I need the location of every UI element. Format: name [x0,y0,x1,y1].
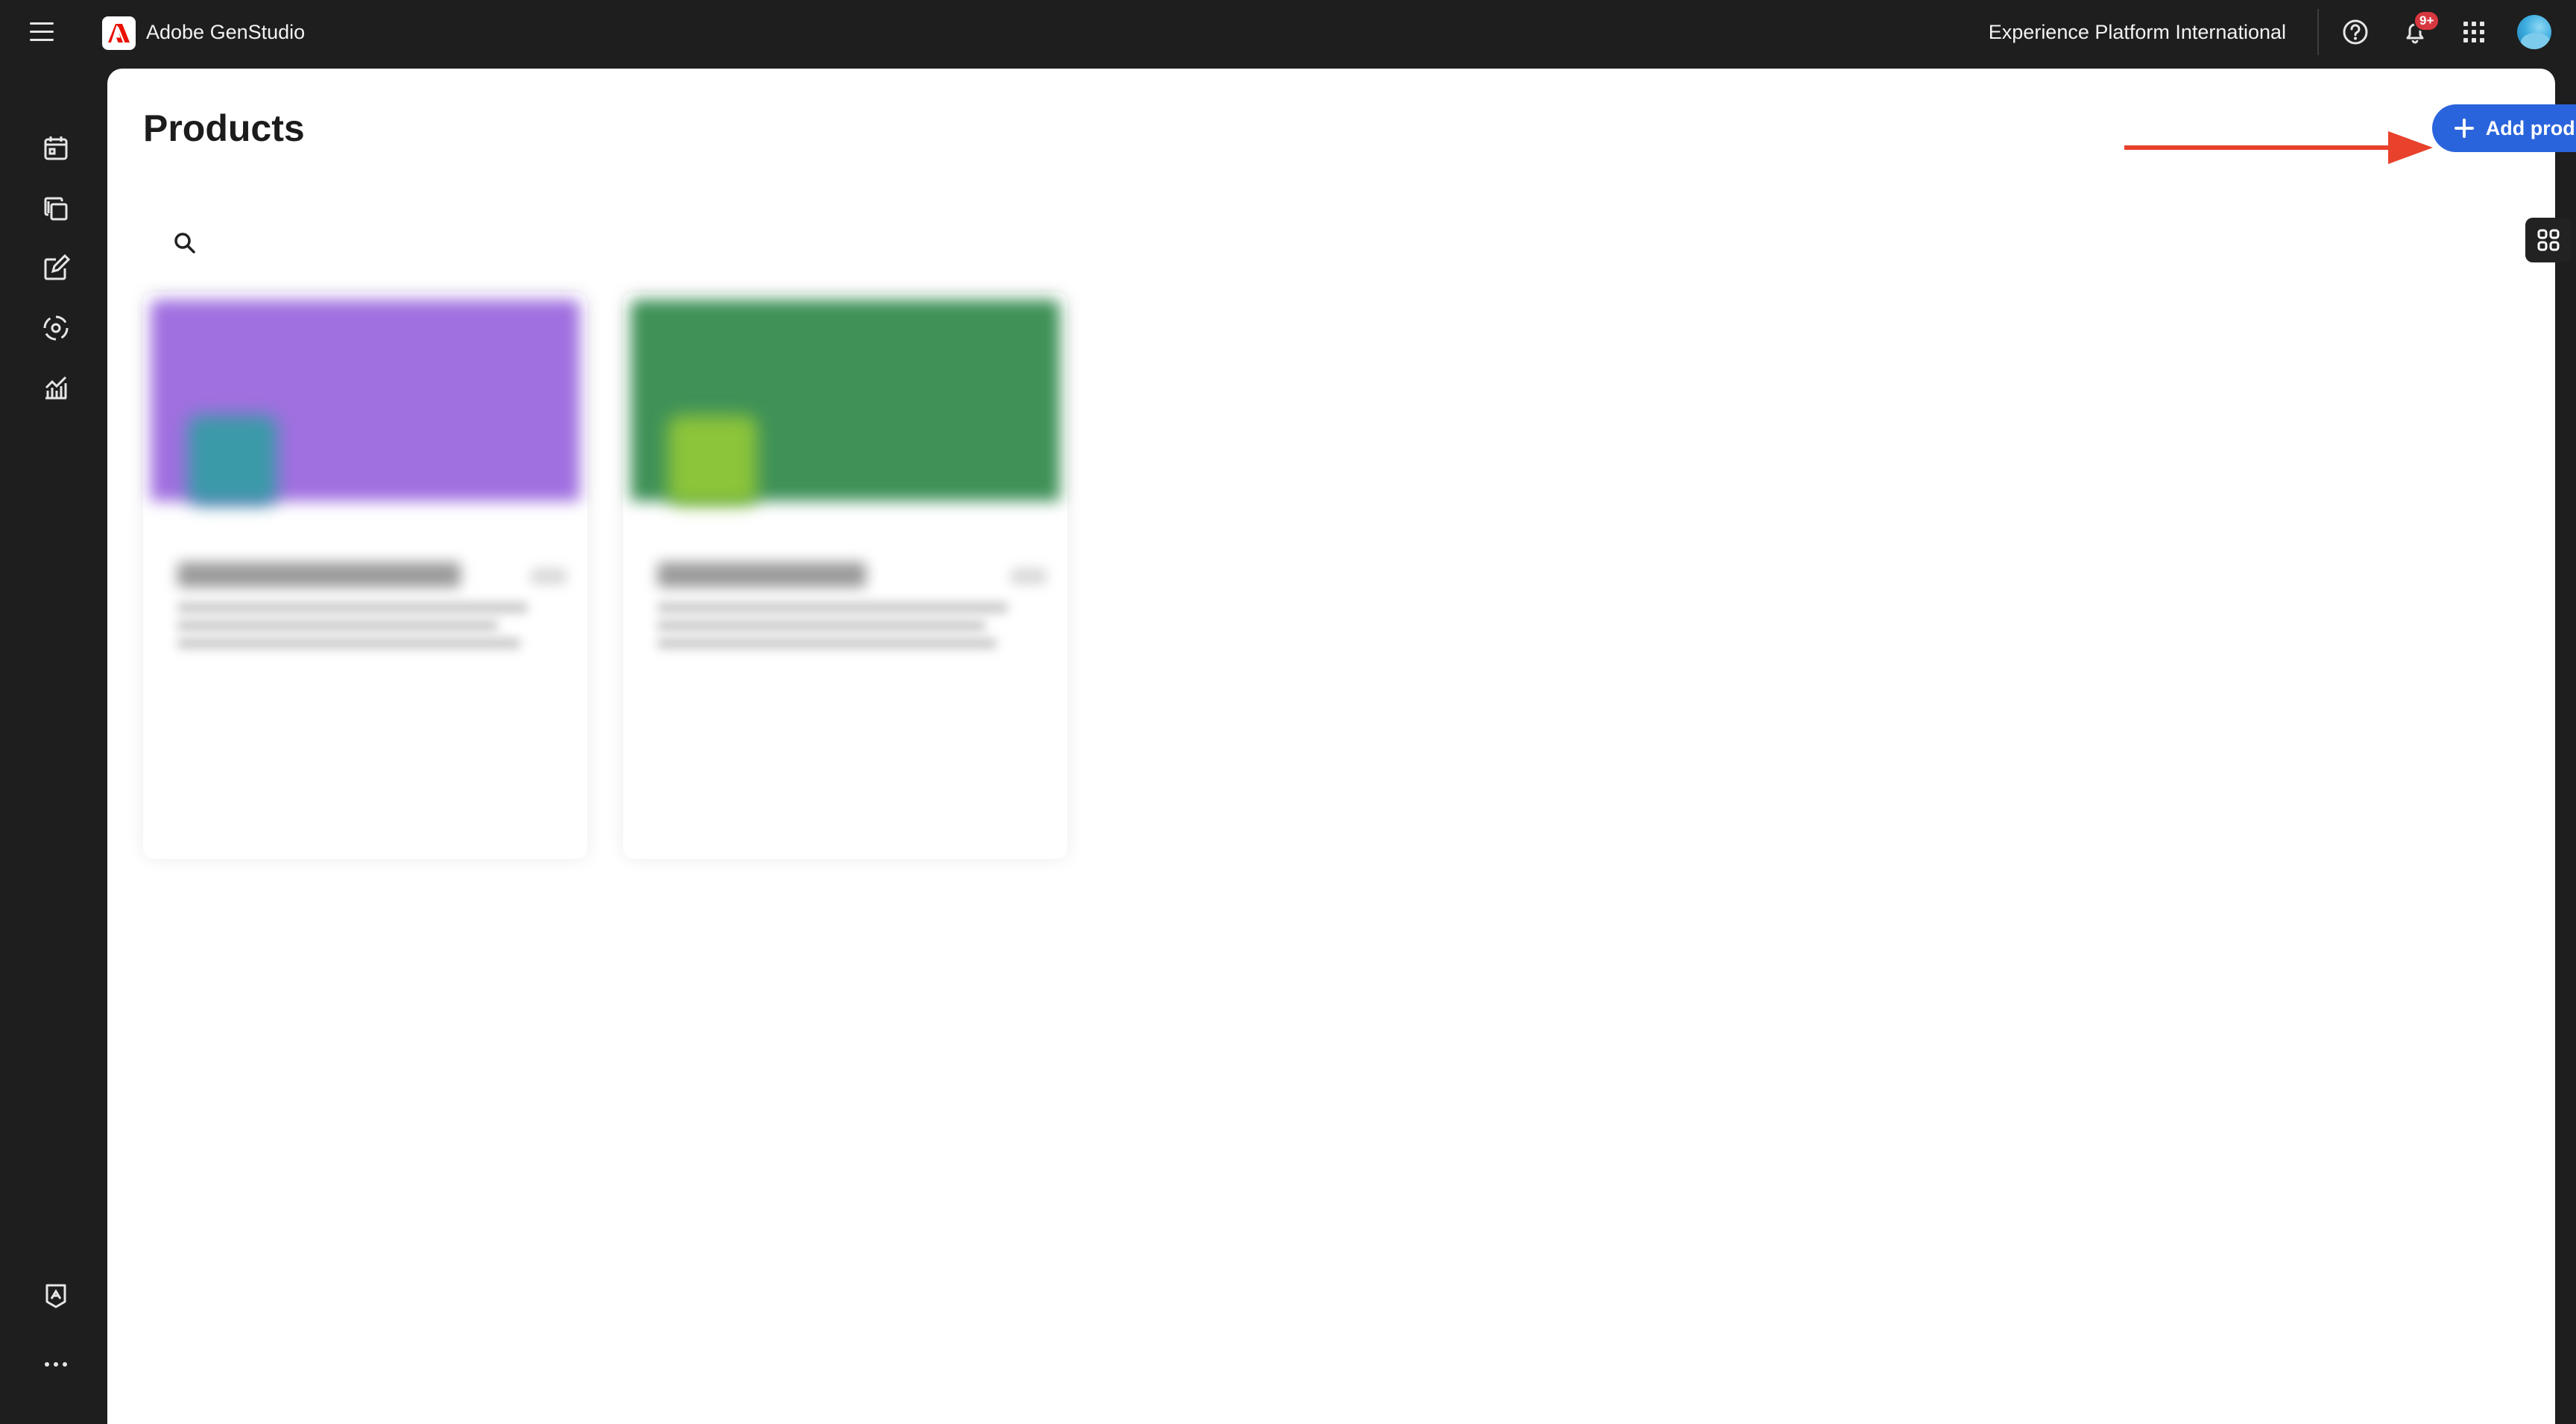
app-switcher-icon[interactable] [2457,16,2490,48]
annotation-arrow [2124,131,2433,164]
product-card[interactable] [623,292,1067,859]
app-title[interactable]: Adobe GenStudio [146,19,305,45]
product-name [657,562,866,587]
product-thumbnail [668,415,757,505]
product-description [657,602,1008,613]
notification-badge: 9+ [2414,10,2440,31]
organization-switcher[interactable]: Experience Platform International [1989,19,2286,45]
adobe-logo-icon[interactable] [102,16,136,50]
product-description-line [177,620,498,631]
brand-icon[interactable] [40,1279,72,1312]
plus-icon [2454,119,2474,138]
help-icon[interactable] [2339,16,2372,48]
product-options-icon[interactable] [531,568,566,585]
product-options-icon[interactable] [1011,568,1046,585]
product-description-line [657,638,997,649]
activate-icon[interactable] [40,312,72,344]
page-title: Products [143,107,305,149]
product-description [177,602,528,613]
main-panel: Products Add product [107,69,2576,1424]
insights-icon[interactable] [40,371,72,404]
calendar-icon[interactable] [40,132,72,165]
create-icon[interactable] [40,252,72,285]
add-product-label: Add product [2485,116,2576,139]
product-description-line [657,620,985,631]
product-card[interactable] [143,292,587,859]
add-product-button[interactable]: Add product [2432,104,2576,152]
top-bar: Adobe GenStudio Experience Platform Inte… [0,0,2576,64]
grid-icon [2537,229,2560,251]
grid-view-toggle[interactable] [2525,218,2572,262]
content-icon[interactable] [40,192,72,225]
header-divider [2317,9,2319,55]
product-description-line [177,638,520,649]
product-thumbnail [188,415,277,505]
more-icon[interactable] [40,1348,72,1381]
user-avatar[interactable] [2517,15,2551,49]
search-icon[interactable] [168,227,201,259]
menu-icon[interactable] [30,22,54,42]
product-name [177,562,461,587]
